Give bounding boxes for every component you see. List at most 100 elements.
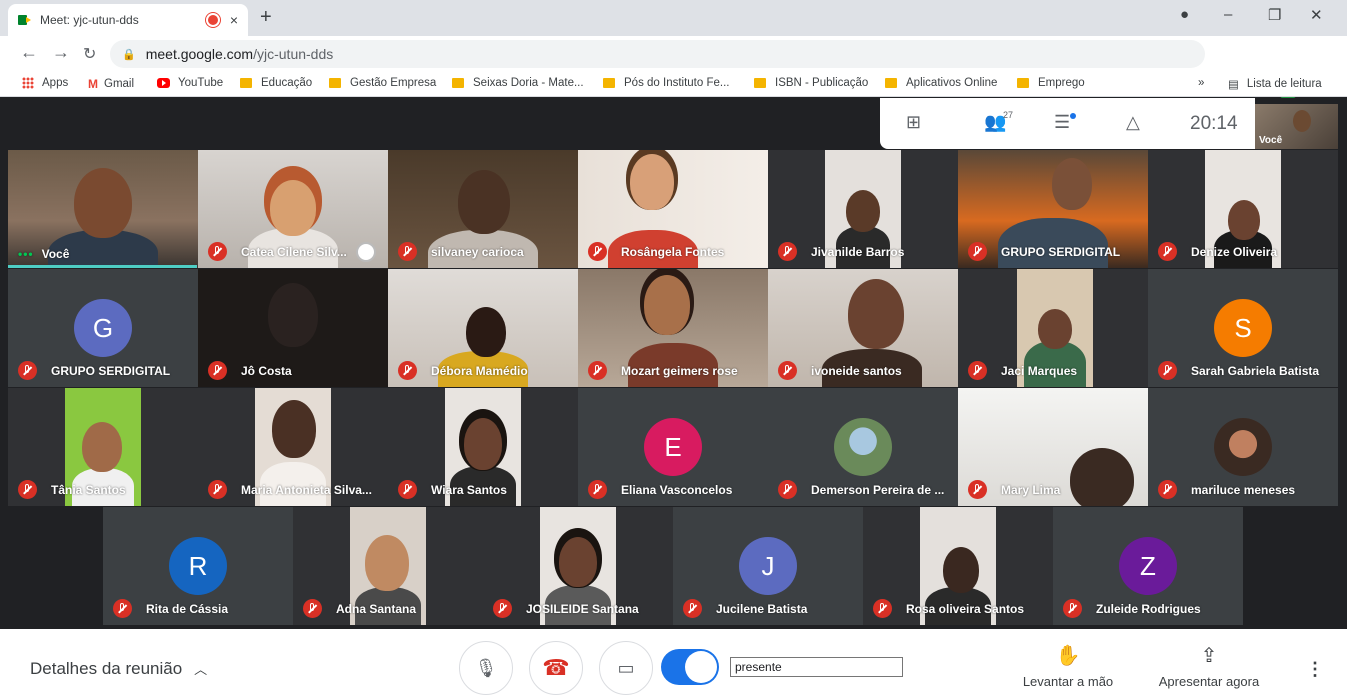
bookmark-gestao[interactable]: Gestão Empresa (329, 77, 436, 89)
person-face (644, 275, 690, 335)
bookmark-isbn[interactable]: ISBN - Publicação (754, 77, 868, 89)
participant-tile[interactable]: R Rita de Cássia (103, 507, 293, 625)
person-face (464, 418, 502, 470)
forward-icon[interactable]: → (52, 42, 70, 63)
raise-hand-button[interactable]: ✋ Levantar a mão (1020, 643, 1116, 689)
participant-tile[interactable]: mariluce meneses (1148, 388, 1338, 506)
profile-dot-icon[interactable]: ● (1180, 6, 1189, 23)
participant-tile[interactable]: JOSILEIDE Santana (483, 507, 673, 625)
muted-mic-icon (1063, 599, 1082, 618)
microphone-icon: 🎙 (474, 657, 498, 678)
participant-tile[interactable]: ivoneide santos (768, 269, 958, 387)
muted-mic-icon (18, 480, 37, 499)
meeting-controls-bar: Detalhes da reunião︿ 🎙 ☎ ▭ ✋Levantar a m… (0, 629, 1347, 697)
person-face (268, 283, 318, 347)
participant-avatar: R (169, 537, 227, 595)
person-face (1228, 200, 1260, 240)
participant-name: Rosa oliveira Santos (873, 599, 1024, 618)
participant-tile[interactable]: Mozart geimers rose (578, 269, 768, 387)
bookmark-educacao[interactable]: Educação (240, 77, 312, 89)
participant-name: Jivanilde Barros (778, 242, 904, 261)
participant-tile[interactable]: ••• Você (8, 150, 198, 268)
participant-tile[interactable]: Mary Lima (958, 388, 1148, 506)
back-icon[interactable]: ← (20, 42, 38, 63)
restore-icon[interactable]: ❐ (1268, 6, 1281, 24)
more-options-icon[interactable]: ⋮ (1306, 659, 1324, 680)
browser-tab[interactable]: Meet: yjc-utun-dds × (8, 4, 248, 36)
microphone-button[interactable]: 🎙 (459, 641, 513, 695)
bookmark-aplicativos[interactable]: Aplicativos Online (885, 77, 997, 89)
participant-tile[interactable]: S Sarah Gabriela Batista (1148, 269, 1338, 387)
muted-mic-icon (113, 599, 132, 618)
new-tab-button[interactable]: + (260, 6, 272, 29)
participant-tile[interactable]: Jivanilde Barros (768, 150, 958, 268)
participant-tile[interactable]: Denize Oliveira (1148, 150, 1338, 268)
participant-name: Eliana Vasconcelos (588, 480, 732, 499)
active-speaker-indicator (8, 265, 197, 268)
activities-icon[interactable]: △ (1126, 112, 1140, 133)
muted-mic-icon (1158, 242, 1177, 261)
address-bar: ← → ↻ 🔒 meet.google.com/yjc-utun-dds ■ ☆… (0, 36, 1347, 100)
self-view-thumbnail[interactable]: Você (1255, 104, 1338, 149)
participant-name: Adna Santana (303, 599, 416, 618)
participant-name: Rosângela Fontes (588, 242, 724, 261)
person-face (365, 535, 409, 591)
participant-tile[interactable]: silvaney carioca (388, 150, 578, 268)
person-face (466, 307, 506, 357)
participant-tile[interactable]: Catea Cilene Silv... (198, 150, 388, 268)
participant-tile[interactable]: Rosa oliveira Santos (863, 507, 1053, 625)
camera-button[interactable]: ▭ (599, 641, 653, 695)
reload-icon[interactable]: ↻ (83, 44, 96, 64)
bookmark-emprego[interactable]: Emprego (1017, 77, 1085, 89)
captions-toggle[interactable] (661, 649, 719, 685)
participant-name: JOSILEIDE Santana (493, 599, 639, 618)
muted-mic-icon (588, 480, 607, 499)
chat-text-input[interactable] (730, 657, 903, 677)
tab-close-icon[interactable]: × (230, 12, 238, 28)
reading-list-icon: ▤ (1228, 79, 1239, 91)
present-now-button[interactable]: ⇪ Apresentar agora (1156, 643, 1262, 689)
lock-icon: 🔒 (122, 48, 136, 61)
leave-call-button[interactable]: ☎ (529, 641, 583, 695)
participant-tile[interactable]: Tânia Santos (8, 388, 198, 506)
participant-tile[interactable]: E Eliana Vasconcelos (578, 388, 768, 506)
bookmark-youtube[interactable]: YouTube (157, 77, 223, 89)
pin-icon[interactable] (356, 242, 376, 262)
reading-list[interactable]: ▤ Lista de leitura (1228, 77, 1322, 91)
bookmark-seixas[interactable]: Seixas Doria - Mate... (452, 77, 584, 89)
participant-tile[interactable]: Wiara Santos (388, 388, 578, 506)
participant-tile[interactable]: Z Zuleide Rodrigues (1053, 507, 1243, 625)
participant-tile[interactable]: Demerson Pereira de ... (768, 388, 958, 506)
participant-tile[interactable]: Jô Costa (198, 269, 388, 387)
speaking-indicator-icon: ••• (18, 247, 34, 261)
participant-tile[interactable]: GRUPO SERDIGITAL (958, 150, 1148, 268)
grid-layout-icon[interactable]: ⊞ (906, 112, 921, 133)
minimize-icon[interactable]: – (1224, 6, 1232, 23)
person-face (74, 168, 132, 238)
bookmarks-overflow[interactable]: » (1198, 77, 1204, 89)
participants-count: 27 (1003, 110, 1014, 120)
person-face (270, 180, 316, 236)
chevron-up-icon: ︿ (194, 662, 208, 677)
participant-tile[interactable]: G GRUPO SERDIGITAL (8, 269, 198, 387)
muted-mic-icon (588, 361, 607, 380)
bookmark-apps[interactable]: Apps (22, 77, 68, 89)
participant-tile[interactable]: Débora Mamédio (388, 269, 578, 387)
participant-tile[interactable]: J Jucilene Batista (673, 507, 863, 625)
folder-icon (885, 78, 897, 88)
participant-tile[interactable]: Rosângela Fontes (578, 150, 768, 268)
muted-mic-icon (968, 480, 987, 499)
participant-tile[interactable]: Maria Antonieta Silva... (198, 388, 388, 506)
close-window-icon[interactable]: ✕ (1310, 6, 1323, 24)
meeting-details-button[interactable]: Detalhes da reunião ︿ (30, 659, 207, 679)
person-face (846, 190, 880, 232)
bookmark-pos[interactable]: Pós do Instituto Fe... (603, 77, 729, 89)
participant-tile[interactable]: Jaci Marques (958, 269, 1148, 387)
bookmark-gmail[interactable]: M Gmail (88, 77, 134, 91)
muted-mic-icon (493, 599, 512, 618)
participant-tile[interactable]: Adna Santana (293, 507, 483, 625)
chat-icon[interactable]: ☰ (1054, 112, 1070, 133)
url-field[interactable]: 🔒 meet.google.com/yjc-utun-dds (110, 40, 1205, 68)
participant-name: GRUPO SERDIGITAL (968, 242, 1120, 261)
muted-mic-icon (778, 361, 797, 380)
